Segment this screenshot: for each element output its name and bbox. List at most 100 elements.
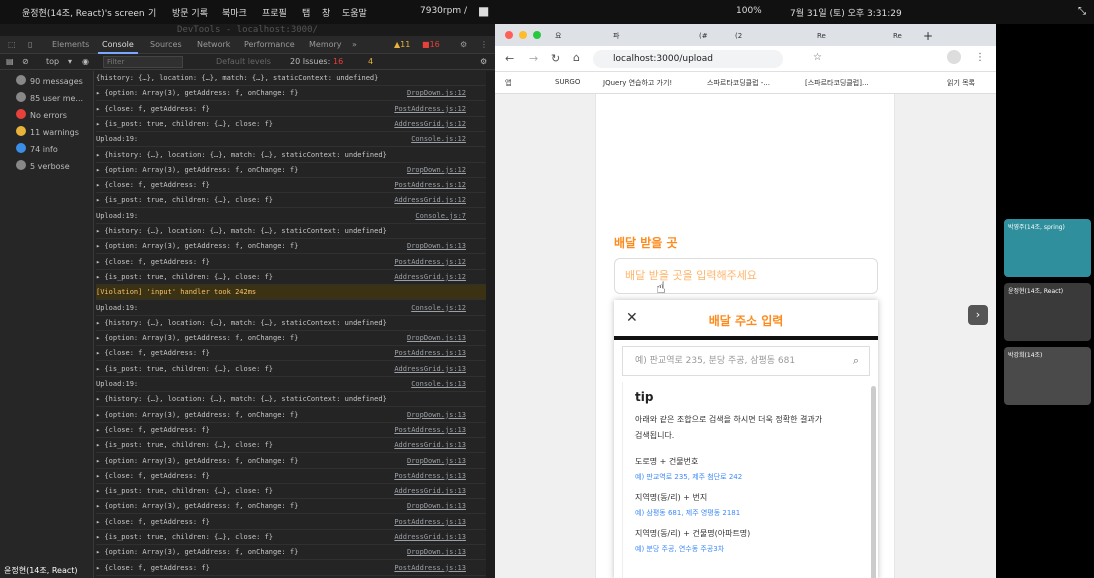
minimize-window-icon[interactable] — [519, 31, 527, 39]
console-log-source-link[interactable]: Console.js:12 — [411, 132, 466, 147]
console-log-row[interactable]: ▸ {close: f, getAddress: f} PostAddress.j… — [96, 515, 486, 530]
browser-tab-3[interactable]: (2 — [735, 28, 742, 44]
console-log-source-link[interactable]: AddressGrid.js:13 — [394, 484, 466, 499]
console-log-row[interactable]: [Violation] 'input' handler took 242ms — [96, 285, 486, 301]
console-log-source-link[interactable]: DropDown.js:13 — [407, 454, 466, 469]
console-sidebar-item[interactable]: 11 warnings — [4, 126, 79, 140]
console-log-source-link[interactable]: DropDown.js:13 — [407, 545, 466, 560]
tab-memory[interactable]: Memory — [309, 40, 342, 49]
menu-item-5[interactable]: 창 — [322, 6, 330, 19]
console-log-row[interactable]: ▸ {close: f, getAddress: f} PostAddress.j… — [96, 423, 486, 438]
console-log-source-link[interactable]: PostAddress.js:12 — [394, 102, 466, 117]
console-log-source-link[interactable]: Console.js:12 — [411, 301, 466, 316]
console-log-row[interactable]: ▸ {option: Array(3), getAddress: f, onCh… — [96, 163, 486, 178]
clear-console-icon[interactable]: ⊘ — [22, 57, 29, 66]
settings-gear-icon[interactable]: ⚙ — [460, 40, 467, 49]
tab-sources[interactable]: Sources — [150, 40, 182, 49]
console-log-source-link[interactable]: AddressGrid.js:12 — [394, 117, 466, 132]
console-log-source-link[interactable]: DropDown.js:12 — [407, 163, 466, 178]
exit-fullscreen-icon[interactable]: ⤡ — [1078, 6, 1086, 17]
console-log-source-link[interactable]: AddressGrid.js:13 — [394, 362, 466, 377]
console-log-row[interactable]: Upload:19: Console.js:7 — [96, 209, 486, 224]
console-log-row[interactable]: ▸ {close: f, getAddress: f} PostAddress.j… — [96, 469, 486, 484]
console-log-row[interactable]: ▸ {option: Array(3), getAddress: f, onCh… — [96, 86, 486, 102]
console-log-row[interactable]: ▸ {option: Array(3), getAddress: f, onCh… — [96, 239, 486, 255]
console-log-row[interactable]: ▸ {option: Array(3), getAddress: f, onCh… — [96, 331, 486, 347]
back-arrow-icon[interactable]: ← — [505, 52, 514, 65]
menu-item-6[interactable]: 도움말 — [342, 6, 367, 19]
next-page-arrow-icon[interactable]: › — [968, 305, 988, 325]
warnings-badge[interactable]: ▲11 — [394, 40, 410, 49]
console-sidebar-item[interactable]: 74 info — [4, 143, 58, 157]
console-log-source-link[interactable]: PostAddress.js:13 — [394, 561, 466, 576]
console-log-row[interactable]: ▸ {close: f, getAddress: f} PostAddress.j… — [96, 346, 486, 362]
console-log-row[interactable]: ▸ {history: {…}, location: {…}, match: {… — [96, 224, 486, 239]
delivery-address-input[interactable]: 배달 받을 곳을 입력해주세요 — [614, 258, 878, 294]
console-log-row[interactable]: ▸ {is_post: true, children: {…}, close: … — [96, 362, 486, 377]
browser-menu-icon[interactable]: ⋮ — [975, 52, 985, 63]
browser-tab-0[interactable]: 요 — [555, 28, 561, 44]
console-log-row[interactable]: ▸ {close: f, getAddress: f} PostAddress.j… — [96, 561, 486, 576]
context-select[interactable]: top — [46, 57, 59, 66]
device-toolbar-icon[interactable]: ▯ — [28, 40, 32, 49]
console-log-row[interactable]: ▸ {is_post: true, children: {…}, close: … — [96, 117, 486, 132]
console-log-source-link[interactable]: PostAddress.js:12 — [394, 255, 466, 270]
profile-avatar[interactable] — [947, 50, 961, 64]
console-sidebar-item[interactable]: 85 user me... — [4, 92, 83, 106]
console-log-row[interactable]: {history: {…}, location: {…}, match: {…}… — [96, 71, 486, 86]
console-settings-gear-icon[interactable]: ⚙ — [480, 57, 487, 66]
tab-console[interactable]: Console — [98, 40, 138, 54]
log-levels-select[interactable]: Default levels — [216, 57, 271, 66]
more-options-icon[interactable]: ⋮ — [480, 40, 488, 49]
bookmark-star-icon[interactable]: ☆ — [813, 52, 822, 63]
eye-icon[interactable]: ◉ — [82, 57, 89, 66]
menu-item-1[interactable]: 방문 기록 — [172, 6, 208, 19]
errors-badge[interactable]: ■16 — [422, 40, 440, 49]
console-sidebar-item[interactable]: 5 verbose — [4, 160, 70, 174]
console-filter-input[interactable]: Filter — [103, 56, 183, 68]
menu-item-2[interactable]: 북마크 — [222, 6, 247, 19]
console-log-row[interactable]: ▸ {option: Array(3), getAddress: f, onCh… — [96, 545, 486, 561]
menu-item-4[interactable]: 탭 — [302, 6, 310, 19]
reload-icon[interactable]: ↻ — [551, 52, 560, 65]
console-log-source-link[interactable]: PostAddress.js:13 — [394, 423, 466, 438]
close-window-icon[interactable] — [505, 31, 513, 39]
console-log-row[interactable]: ▸ {is_post: true, children: {…}, close: … — [96, 193, 486, 209]
sidebar-toggle-icon[interactable]: ▤ — [6, 57, 14, 66]
console-log-row[interactable]: ▸ {history: {…}, location: {…}, match: {… — [96, 392, 486, 408]
participant-video[interactable]: 박강희(14조) — [1004, 347, 1091, 405]
search-icon[interactable]: ⌕ — [853, 347, 859, 375]
issues-label[interactable]: 20 Issues: — [290, 57, 330, 66]
participant-video[interactable]: 윤정현(14조, React) — [1004, 283, 1091, 341]
browser-tab-4[interactable]: Re — [817, 28, 826, 44]
console-log-row[interactable]: Upload:19: Console.js:13 — [96, 377, 486, 392]
console-log-source-link[interactable]: AddressGrid.js:13 — [394, 438, 466, 453]
console-sidebar-item[interactable]: 90 messages — [4, 75, 83, 89]
console-log-source-link[interactable]: PostAddress.js:13 — [394, 469, 466, 484]
console-log-row[interactable]: ▸ {close: f, getAddress: f} PostAddress.j… — [96, 178, 486, 194]
console-log-source-link[interactable]: AddressGrid.js:12 — [394, 270, 466, 285]
context-dropdown-icon[interactable]: ▾ — [68, 57, 72, 66]
console-log-row[interactable]: ▸ {is_post: true, children: {…}, close: … — [96, 484, 486, 500]
more-tabs-icon[interactable]: » — [352, 40, 357, 49]
console-log-source-link[interactable]: Console.js:7 — [415, 209, 466, 224]
console-log-source-link[interactable]: AddressGrid.js:12 — [394, 193, 466, 208]
console-scrollbar[interactable] — [486, 71, 495, 578]
url-input[interactable]: localhost:3000/upload — [593, 50, 783, 68]
video-camera-icon[interactable]: ■ — [478, 4, 489, 18]
console-log-source-link[interactable]: DropDown.js:13 — [407, 499, 466, 514]
console-log-source-link[interactable]: PostAddress.js:12 — [394, 178, 466, 193]
bookmark-surgo[interactable]: SURGO — [555, 78, 580, 86]
modal-scrollbar[interactable] — [871, 386, 876, 578]
console-log-source-link[interactable]: PostAddress.js:13 — [394, 346, 466, 361]
console-log-row[interactable]: ▸ {close: f, getAddress: f} PostAddress.j… — [96, 102, 486, 117]
console-log-source-link[interactable]: Console.js:13 — [411, 377, 466, 392]
console-log-source-link[interactable]: DropDown.js:13 — [407, 331, 466, 346]
bookmark-jquery[interactable]: JQuery 연습하고 가기! — [603, 78, 672, 88]
console-log-row[interactable]: ▸ {is_post: true, children: {…}, close: … — [96, 270, 486, 285]
reading-list[interactable]: 읽기 목록 — [947, 78, 975, 88]
bookmark-apps[interactable]: 앱 — [505, 78, 511, 88]
console-log-source-link[interactable]: DropDown.js:13 — [407, 408, 466, 423]
forward-arrow-icon[interactable]: → — [529, 52, 538, 65]
browser-tab-1[interactable]: 파 — [613, 28, 619, 44]
